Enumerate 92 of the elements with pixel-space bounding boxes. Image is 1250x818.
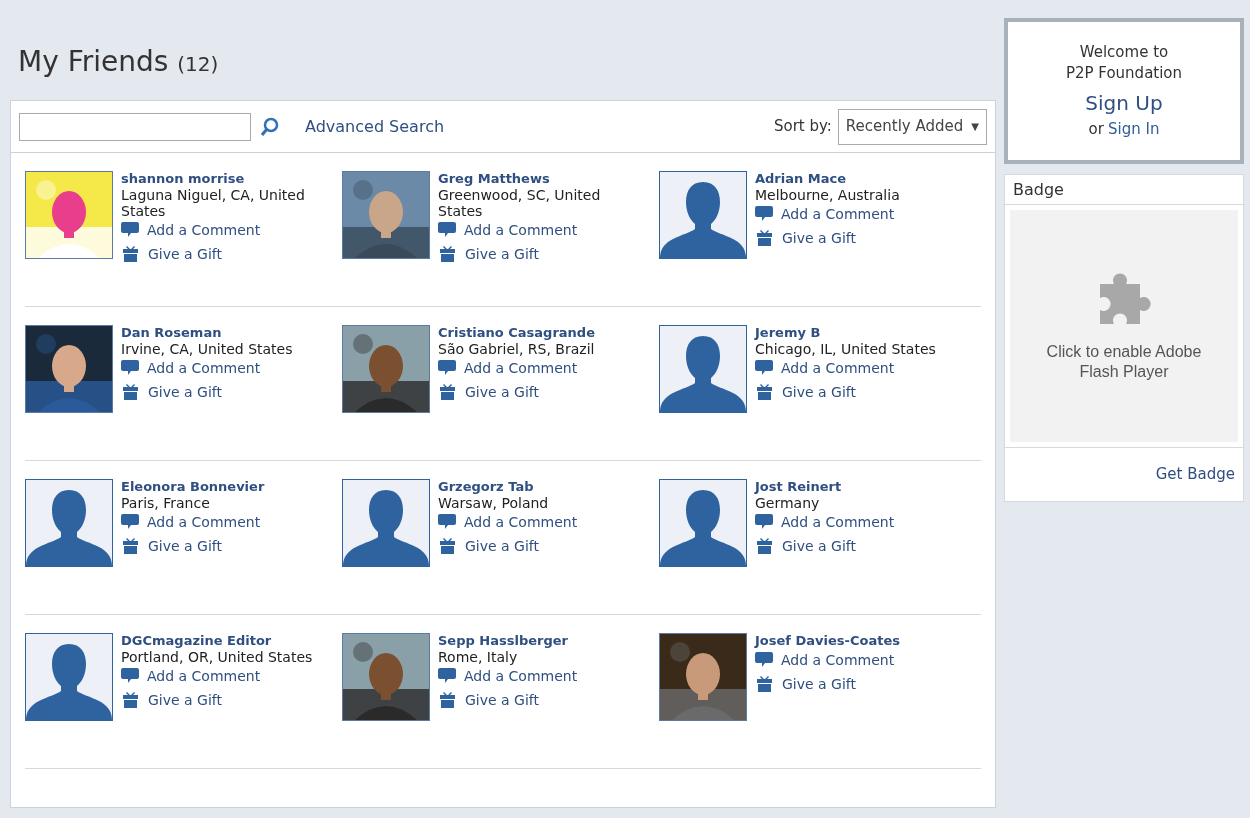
gift-icon: [123, 538, 138, 554]
friend-location: Chicago, IL, United States: [755, 341, 937, 357]
friend-location: Rome, Italy: [438, 649, 519, 665]
search-field[interactable]: [19, 112, 251, 141]
gift-icon: [440, 384, 455, 400]
add-comment-link[interactable]: Add a Comment: [755, 513, 955, 530]
friend-location: Paris, France: [121, 495, 211, 511]
friend-name-link[interactable]: Eleonora Bonnevier: [121, 479, 321, 495]
give-gift-link[interactable]: Give a Gift: [123, 384, 321, 400]
avatar-silhouette-icon: [659, 325, 747, 413]
badge-title: Badge: [1005, 175, 1243, 205]
friend-name-link[interactable]: Grzegorz Tab: [438, 479, 638, 495]
friend-location: Laguna Niguel, CA, United States: [121, 187, 306, 219]
friend-name-link[interactable]: Greg Matthews: [438, 171, 638, 187]
add-comment-link[interactable]: Add a Comment: [121, 667, 321, 684]
give-gift-link[interactable]: Give a Gift: [757, 538, 955, 554]
friend-location: Greenwood, SC, United States: [438, 187, 602, 219]
add-comment-link[interactable]: Add a Comment: [755, 205, 955, 222]
give-gift-link[interactable]: Give a Gift: [440, 384, 638, 400]
add-comment-link[interactable]: Add a Comment: [121, 513, 321, 530]
give-gift-link[interactable]: Give a Gift: [757, 676, 955, 692]
or-text: or: [1088, 118, 1104, 140]
friend-name-link[interactable]: Adrian Mace: [755, 171, 955, 187]
friend-name-link[interactable]: Cristiano Casagrande: [438, 325, 638, 341]
friend-name-link[interactable]: Josef Davies-Coates: [755, 633, 955, 649]
give-gift-link[interactable]: Give a Gift: [440, 692, 638, 708]
friend-location: Warsaw, Poland: [438, 495, 550, 511]
gift-icon: [123, 692, 138, 708]
gift-icon: [757, 538, 772, 554]
search-icon[interactable]: [261, 116, 279, 137]
give-gift-link[interactable]: Give a Gift: [440, 246, 638, 262]
speech-bubble-icon: [121, 667, 139, 684]
friend-name-link[interactable]: DGCmagazine Editor: [121, 633, 321, 649]
speech-bubble-icon: [438, 513, 456, 530]
sort-dropdown[interactable]: Recently Added ▼: [837, 108, 987, 145]
plugin-placeholder[interactable]: Click to enable Adobe Flash Player: [1010, 210, 1238, 442]
give-gift-link[interactable]: Give a Gift: [123, 538, 321, 554]
sign-up-link[interactable]: Sign Up: [1085, 87, 1163, 118]
speech-bubble-icon: [438, 667, 456, 684]
add-comment-link[interactable]: Add a Comment: [121, 221, 321, 238]
add-comment-link[interactable]: Add a Comment: [755, 651, 955, 668]
sort-label: Sort by:: [773, 116, 832, 138]
add-comment-link[interactable]: Add a Comment: [438, 667, 638, 684]
page-title: My Friends (12): [18, 44, 219, 80]
add-comment-link[interactable]: Add a Comment: [121, 359, 321, 376]
site-name: P2P Foundation: [1065, 62, 1183, 84]
friend-location: Portland, OR, United States: [121, 649, 314, 665]
speech-bubble-icon: [438, 221, 456, 238]
give-gift-link[interactable]: Give a Gift: [757, 384, 955, 400]
add-comment-link[interactable]: Add a Comment: [438, 221, 638, 238]
gift-icon: [440, 692, 455, 708]
gift-icon: [123, 246, 138, 262]
avatar-silhouette-icon: [25, 479, 113, 567]
advanced-search-link[interactable]: Advanced Search: [305, 114, 445, 139]
add-comment-link[interactable]: Add a Comment: [438, 513, 638, 530]
friend-location: Melbourne, Australia: [755, 187, 901, 203]
friend-location: Irvine, CA, United States: [121, 341, 294, 357]
gift-icon: [757, 230, 772, 246]
speech-bubble-icon: [438, 359, 456, 376]
give-gift-link[interactable]: Give a Gift: [123, 692, 321, 708]
friend-name-link[interactable]: shannon morrise: [121, 171, 321, 187]
gift-icon: [123, 384, 138, 400]
speech-bubble-icon: [121, 359, 139, 376]
friend-location: São Gabriel, RS, Brazil: [438, 341, 596, 357]
give-gift-link[interactable]: Give a Gift: [757, 230, 955, 246]
speech-bubble-icon: [755, 651, 773, 668]
gift-icon: [440, 538, 455, 554]
give-gift-link[interactable]: Give a Gift: [440, 538, 638, 554]
speech-bubble-icon: [755, 359, 773, 376]
avatar-silhouette-icon: [659, 479, 747, 567]
friend-name-link[interactable]: Jeremy B: [755, 325, 955, 341]
add-comment-link[interactable]: Add a Comment: [438, 359, 638, 376]
friend-name-link[interactable]: Jost Reinert: [755, 479, 955, 495]
friend-location: Germany: [755, 495, 821, 511]
avatar-silhouette-icon: [25, 633, 113, 721]
gift-icon: [757, 384, 772, 400]
friend-name-link[interactable]: Dan Roseman: [121, 325, 321, 341]
get-badge-link[interactable]: Get Badge: [1155, 463, 1235, 486]
speech-bubble-icon: [121, 513, 139, 530]
speech-bubble-icon: [755, 513, 773, 530]
avatar-silhouette-icon: [342, 479, 430, 567]
speech-bubble-icon: [121, 221, 139, 238]
gift-icon: [440, 246, 455, 262]
add-comment-link[interactable]: Add a Comment: [755, 359, 955, 376]
friend-name-link[interactable]: Sepp Hasslberger: [438, 633, 638, 649]
speech-bubble-icon: [755, 205, 773, 222]
give-gift-link[interactable]: Give a Gift: [123, 246, 321, 262]
avatar-silhouette-icon: [659, 171, 747, 259]
plugin-message: Click to enable Adobe Flash Player: [1045, 342, 1203, 382]
welcome-text: Welcome to: [1079, 41, 1169, 63]
gift-icon: [757, 676, 772, 692]
sign-in-link[interactable]: Sign In: [1107, 117, 1160, 141]
